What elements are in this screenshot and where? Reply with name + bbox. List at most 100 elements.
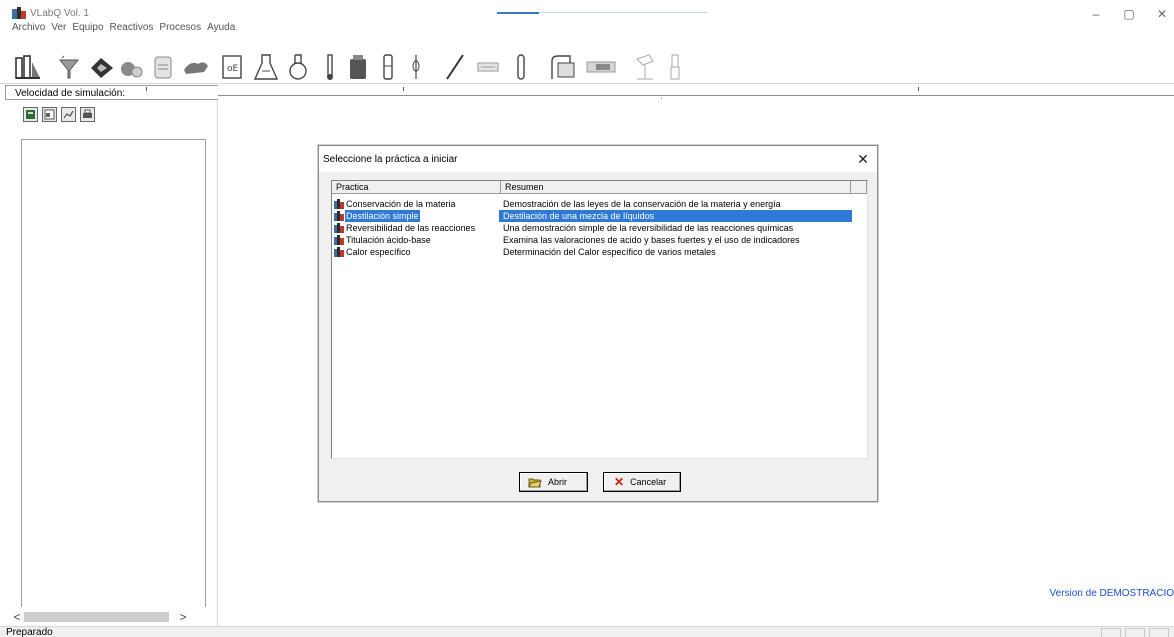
display-icon[interactable]: [584, 52, 618, 82]
close-button[interactable]: ✕: [1152, 6, 1172, 22]
practice-icon: [334, 235, 344, 245]
rack-icon[interactable]: [88, 52, 116, 82]
version-label: Version de DEMOSTRACIO: [1049, 588, 1174, 599]
meter-icon[interactable]: [546, 52, 580, 82]
practice-summary: Examina las valoraciones de acido y base…: [503, 235, 800, 245]
practice-tree[interactable]: [21, 139, 206, 607]
menu-reactivos[interactable]: Reactivos: [108, 20, 158, 38]
bottle-icon[interactable]: [346, 52, 370, 82]
speed-tick: [918, 87, 919, 91]
dialog-title: Seleccione la práctica a iniciar: [323, 154, 458, 165]
practice-cell: Titulación ácido-base: [334, 234, 504, 246]
round-flask-icon[interactable]: [284, 52, 312, 82]
menu-procesos[interactable]: Procesos: [157, 20, 205, 38]
flask-icon: [12, 7, 26, 19]
funnel-icon[interactable]: [54, 52, 84, 82]
beaker-icon[interactable]: [150, 52, 176, 82]
practice-icon: [334, 211, 344, 221]
lab-icon[interactable]: [12, 52, 44, 82]
dialog-close-button[interactable]: ✕: [855, 151, 871, 167]
menu-ver[interactable]: Ver: [49, 20, 70, 38]
erlenmeyer-flask-icon[interactable]: [252, 52, 280, 82]
title-focus-line-secondary: [539, 12, 707, 13]
list-row-selected[interactable]: Destilación simple Destilación de una me…: [332, 210, 867, 222]
list-row[interactable]: Titulación ácido-base Examina las valora…: [332, 234, 867, 246]
test-tube-icon[interactable]: [510, 52, 532, 82]
menu-bar: Archivo Ver Equipo Reactivos Procesos Ay…: [0, 20, 239, 38]
speed-slider-thumb[interactable]: ˌ: [660, 90, 663, 99]
menu-archivo[interactable]: Archivo: [10, 20, 49, 38]
practice-summary: Destilación de una mezcla de líquidos: [499, 210, 852, 222]
stand-icon[interactable]: [630, 52, 660, 82]
practice-cell: Conservación de la materia: [334, 198, 504, 210]
practice-cell: Destilación simple: [334, 210, 504, 222]
dialog-title-bar: Seleccione la práctica a iniciar ✕: [319, 146, 877, 172]
graduated-beaker-icon[interactable]: oE: [218, 52, 246, 82]
list-row[interactable]: Conservación de la materia Demostración …: [332, 198, 867, 210]
title-focus-line: [497, 12, 539, 14]
burner-icon[interactable]: [118, 52, 146, 82]
toolbar: oE: [0, 38, 1174, 84]
open-button[interactable]: Abrir: [519, 472, 588, 492]
scroll-left-button[interactable]: <: [10, 610, 24, 624]
simulation-speed-bar: Velocidad de simulación: ˌ: [0, 85, 1174, 100]
battery-icon[interactable]: [474, 52, 502, 82]
menu-equipo[interactable]: Equipo: [70, 20, 107, 38]
speed-label-box: Velocidad de simulación:: [5, 85, 218, 100]
balance-icon[interactable]: [182, 52, 210, 82]
practice-icon: [334, 247, 344, 257]
column-header-resumen[interactable]: Resumen: [501, 181, 851, 194]
left-panel-toolbar: [23, 107, 95, 122]
list-row[interactable]: Calor específico Determinación del Calor…: [332, 246, 867, 258]
app-window: VLabQ Vol. 1 – ▢ ✕ Archivo Ver Equipo Re…: [0, 0, 1174, 637]
print-icon[interactable]: [80, 107, 95, 122]
practice-name: Titulación ácido-base: [346, 235, 431, 245]
cancel-button-label: Cancelar: [630, 477, 667, 487]
select-practice-dialog: Seleccione la práctica a iniciar ✕ Pract…: [318, 145, 878, 502]
practice-icon: [334, 223, 344, 233]
chart-icon[interactable]: [61, 107, 76, 122]
column-header-spacer: [851, 181, 867, 194]
horizontal-scrollbar[interactable]: < >: [10, 610, 215, 624]
minimize-button[interactable]: –: [1086, 6, 1106, 22]
practice-icon: [334, 199, 344, 209]
speed-tick: [146, 87, 147, 91]
list-header: Practica Resumen: [332, 181, 867, 194]
window-title: VLabQ Vol. 1: [30, 8, 89, 19]
calculator-icon[interactable]: [23, 107, 38, 122]
scroll-right-button[interactable]: >: [176, 610, 190, 624]
burette-icon[interactable]: [664, 52, 686, 82]
speed-slider[interactable]: [218, 95, 1174, 96]
open-folder-icon: [528, 478, 542, 488]
status-panel: [1101, 628, 1121, 637]
practice-list[interactable]: Practica Resumen Conservación de la mate…: [331, 180, 868, 459]
column-header-practica[interactable]: Practica: [332, 181, 501, 194]
maximize-button[interactable]: ▢: [1119, 6, 1139, 22]
menu-ayuda[interactable]: Ayuda: [205, 20, 239, 38]
status-text: Preparado: [6, 627, 53, 637]
open-button-label: Abrir: [548, 477, 568, 487]
speed-label: Velocidad de simulación:: [15, 88, 126, 99]
practice-cell: Reversibilidad de las reacciones: [334, 222, 504, 234]
practice-summary: Demostración de las leyes de la conserva…: [503, 199, 781, 209]
properties-icon[interactable]: [42, 107, 57, 122]
cancel-x-icon: ✕: [614, 475, 625, 489]
scrollbar-thumb[interactable]: [24, 612, 169, 622]
thermometer-icon[interactable]: [320, 52, 340, 82]
left-panel: < >: [10, 101, 218, 626]
practice-name: Conservación de la materia: [346, 199, 456, 209]
pipette-icon[interactable]: [406, 52, 426, 82]
practice-name: Reversibilidad de las reacciones: [346, 223, 476, 233]
title-bar: VLabQ Vol. 1 – ▢ ✕: [0, 0, 1174, 22]
practice-name: Destilación simple: [345, 210, 420, 222]
cancel-button[interactable]: ✕ Cancelar: [603, 472, 681, 492]
status-bar: Preparado: [0, 626, 1174, 637]
svg-text:oE: oE: [227, 64, 239, 74]
status-panel: [1125, 628, 1145, 637]
list-row[interactable]: Reversibilidad de las reacciones Una dem…: [332, 222, 867, 234]
practice-summary: Una demostración simple de la reversibil…: [503, 223, 794, 233]
practice-cell: Calor específico: [334, 246, 504, 258]
practice-summary: Determinación del Calor específico de va…: [503, 247, 716, 257]
cylinder-icon[interactable]: [378, 52, 398, 82]
rod-icon[interactable]: [440, 52, 470, 82]
